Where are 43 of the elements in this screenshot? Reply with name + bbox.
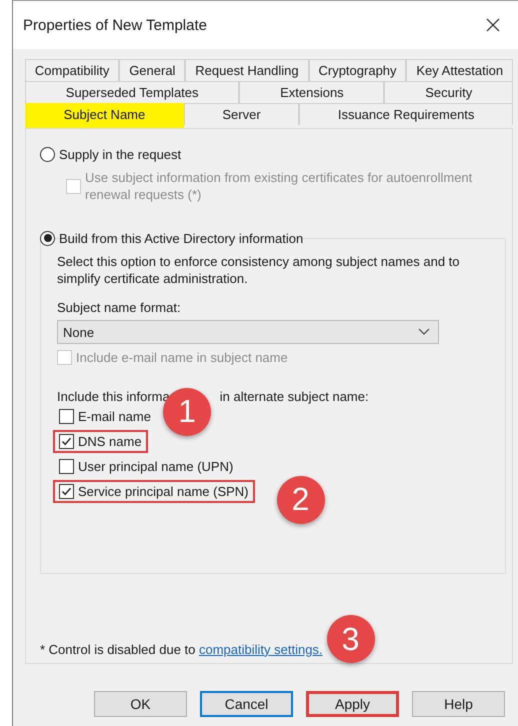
dialog-button[interactable]: OK [94,691,187,717]
tab[interactable]: Issuance Requirements [299,103,513,125]
tab[interactable]: Key Attestation [406,59,514,81]
tab[interactable]: Compatibility [25,59,120,81]
section-label: in alternate subject name: [220,389,369,404]
option-label: Include e-mail name in subject name [76,350,288,365]
window-title: Properties of New Template [23,16,207,34]
tab[interactable]: Superseded Templates [25,81,240,103]
format-dropdown[interactable]: None [57,320,439,344]
footnote-text: * Control is disabled due to compatibility settings. [40,642,323,656]
option-label: E-mail name [78,409,151,424]
section-label: Include this informa [57,389,170,404]
option-label: User principal name (UPN) [78,459,234,474]
tab[interactable]: Cryptography [308,59,406,81]
radio-button[interactable] [40,230,55,246]
dialog-button[interactable]: Apply [306,691,399,717]
checkbox[interactable] [59,484,74,499]
tab[interactable]: General [119,59,186,81]
tab[interactable]: Security [384,81,513,103]
option-label: Build from this Active Directory information [59,230,304,246]
tab[interactable]: Server [184,103,300,125]
option-label: DNS name [78,434,142,449]
checkmark-icon [60,485,73,498]
field-label: Subject name format: [57,300,182,315]
checkmark-icon [60,435,73,448]
dialog-button[interactable]: Help [412,691,505,717]
tab[interactable]: Request Handling [185,59,309,81]
option-label: Use subject information from existing certificates for autoenrollment renewal requests (*) [85,169,474,203]
callout-badge: 2 [276,476,325,524]
option-label: Supply in the request [59,146,182,162]
caret-icon [418,328,430,336]
radio-button[interactable] [40,146,55,162]
callout-badge: 3 [326,615,375,663]
checkbox[interactable] [59,409,74,424]
tab[interactable]: Subject Name [25,103,184,128]
option-label: Service principal name (SPN) [78,484,249,499]
tab[interactable]: Extensions [239,81,384,103]
dialog-button[interactable]: Cancel [200,691,293,717]
compatibility-link[interactable]: compatibility settings. [198,642,323,656]
close-icon[interactable] [486,18,500,32]
description-text: Select this option to enforce consistency among subject names and to simplify certificate administration. [57,253,461,287]
checkbox[interactable] [59,459,74,474]
checkbox[interactable] [59,434,74,449]
